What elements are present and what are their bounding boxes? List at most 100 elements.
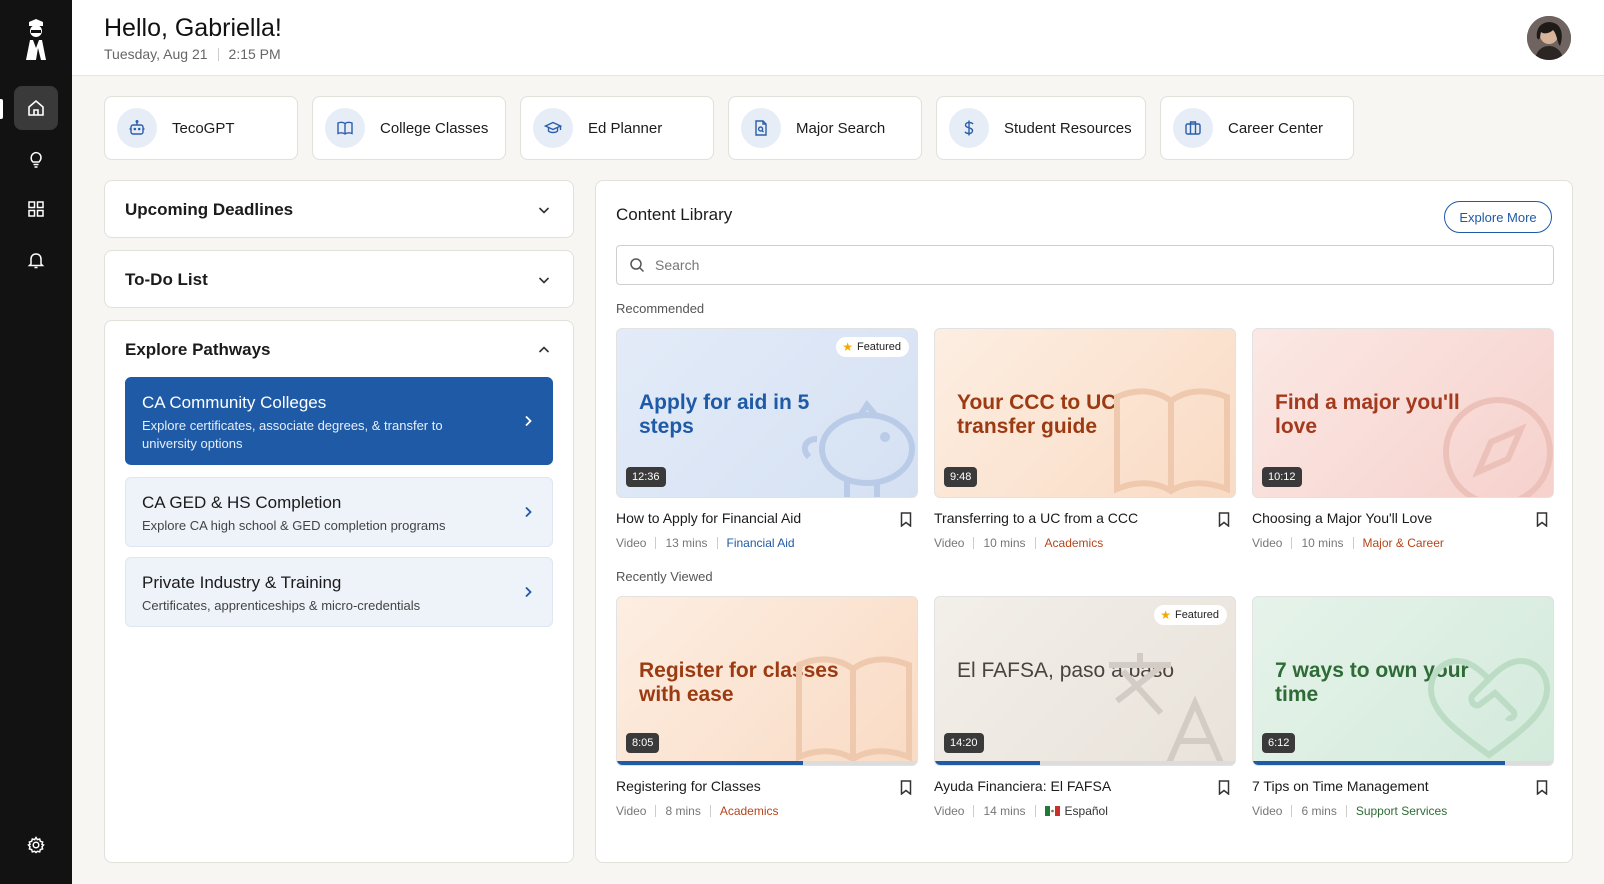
star-icon: ★: [1160, 608, 1171, 622]
content-library-panel: Content Library Explore More Recommended…: [595, 180, 1573, 863]
content-card[interactable]: Register for classes with ease 8:05 Regi…: [616, 596, 918, 818]
content-length: 14 mins: [983, 804, 1026, 818]
category-tag[interactable]: Financial Aid: [727, 536, 795, 550]
quick-link-college-classes[interactable]: College Classes: [312, 96, 506, 160]
nav-settings[interactable]: [14, 823, 58, 867]
video-title[interactable]: Choosing a Major You'll Love: [1252, 510, 1432, 526]
quick-link-student-resources[interactable]: Student Resources: [936, 96, 1146, 160]
piggy-bank-icon: [801, 399, 915, 497]
pathway-title: CA GED & HS Completion: [142, 493, 342, 512]
nav-ideas[interactable]: [14, 137, 58, 181]
video-thumbnail[interactable]: Register for classes with ease 8:05: [616, 596, 918, 766]
video-thumbnail[interactable]: El FAFSA, paso a paso ★ Featured 14:20: [934, 596, 1236, 766]
content-type: Video: [616, 536, 647, 550]
user-avatar[interactable]: [1527, 16, 1571, 60]
pathway-private-industry[interactable]: Private Industry & Training Certificates…: [125, 557, 553, 627]
quick-link-label: TecoGPT: [172, 119, 235, 137]
gear-icon: [27, 836, 45, 854]
open-book-icon: [1114, 388, 1230, 495]
explore-more-button[interactable]: Explore More: [1444, 201, 1552, 233]
top-header: Hello, Gabriella! Tuesday, Aug 21 2:15 P…: [72, 0, 1604, 76]
content-card[interactable]: 7 ways to own your time 6:12 7 Tips on T…: [1252, 596, 1554, 818]
heart-handshake-icon: [1427, 657, 1551, 759]
todo-list-panel[interactable]: To-Do List: [104, 250, 574, 308]
video-thumbnail[interactable]: Your CCC to UC transfer guide 9:48: [934, 328, 1236, 498]
video-duration: 9:48: [944, 467, 978, 487]
card-title-row: Transferring to a UC from a CCC: [934, 508, 1236, 527]
panel-title: Upcoming Deadlines: [125, 200, 294, 219]
search-input[interactable]: [655, 257, 1535, 273]
card-meta: Video 6 mins Support Services: [1252, 804, 1554, 818]
compass-icon: [1443, 397, 1553, 497]
category-tag[interactable]: Academics: [1045, 536, 1104, 550]
current-date: Tuesday, Aug 21: [104, 46, 208, 62]
content-card[interactable]: El FAFSA, paso a paso ★ Featured 14:20 Ay…: [934, 596, 1236, 818]
lightbulb-icon: [30, 151, 42, 168]
quick-link-label: Major Search: [796, 119, 886, 137]
chevron-up-icon[interactable]: [537, 343, 551, 357]
search-box[interactable]: [616, 245, 1554, 285]
nav-notifications[interactable]: [14, 238, 58, 282]
video-duration: 12:36: [626, 467, 666, 487]
dollar-icon: [949, 108, 989, 148]
upcoming-deadlines-panel[interactable]: Upcoming Deadlines: [104, 180, 574, 238]
card-title-row: Registering for Classes: [616, 776, 918, 795]
app-logo-icon[interactable]: [20, 18, 52, 62]
category-tag[interactable]: Español: [1065, 804, 1108, 818]
bookmark-icon[interactable]: [1536, 512, 1548, 527]
card-meta: Video 13 mins Financial Aid: [616, 536, 918, 550]
chevron-right-icon: [525, 586, 532, 598]
video-thumbnail[interactable]: Apply for aid in 5 steps ★ Featured 12:36: [616, 328, 918, 498]
nav-apps[interactable]: [14, 187, 58, 231]
pathway-description: Explore certificates, associate degrees,…: [142, 418, 443, 451]
chevron-right-icon: [525, 415, 532, 427]
chevron-down-icon[interactable]: [537, 273, 551, 287]
video-duration: 10:12: [1262, 467, 1302, 487]
bookmark-icon[interactable]: [1218, 780, 1230, 795]
bookmark-icon[interactable]: [1218, 512, 1230, 527]
video-title[interactable]: 7 Tips on Time Management: [1252, 778, 1429, 794]
quick-link-label: Career Center: [1228, 119, 1324, 137]
quick-link-ed-planner[interactable]: Ed Planner: [520, 96, 714, 160]
recommended-label: Recommended: [616, 301, 705, 316]
category-tag[interactable]: Major & Career: [1363, 536, 1444, 550]
pathway-ca-community-colleges[interactable]: CA Community Colleges Explore certificat…: [125, 377, 553, 465]
watch-progress-bar: [617, 761, 803, 765]
video-title[interactable]: How to Apply for Financial Aid: [616, 510, 801, 526]
star-icon: ★: [842, 340, 853, 354]
explore-pathways-panel: Explore Pathways CA Community Colleges E…: [104, 320, 574, 863]
bookmark-icon[interactable]: [900, 512, 912, 527]
video-title[interactable]: Transferring to a UC from a CCC: [934, 510, 1138, 526]
video-duration: 8:05: [626, 733, 660, 753]
quick-link-label: Student Resources: [1004, 119, 1132, 137]
chevron-down-icon[interactable]: [537, 203, 551, 217]
translate-icon: [1109, 653, 1224, 765]
category-tag[interactable]: Academics: [720, 804, 779, 818]
quick-link-major-search[interactable]: Major Search: [728, 96, 922, 160]
content-card[interactable]: Your CCC to UC transfer guide 9:48 Trans…: [934, 328, 1236, 550]
content-length: 13 mins: [665, 536, 708, 550]
quick-link-career-center[interactable]: Career Center: [1160, 96, 1354, 160]
panel-title: Explore Pathways: [125, 340, 271, 359]
pathway-ged-hs-completion[interactable]: CA GED & HS Completion Explore CA high s…: [125, 477, 553, 547]
video-duration: 6:12: [1262, 733, 1296, 753]
video-thumbnail[interactable]: Find a major you'll love 10:12: [1252, 328, 1554, 498]
bookmark-icon[interactable]: [900, 780, 912, 795]
category-tag[interactable]: Support Services: [1356, 804, 1447, 818]
pathway-description: Certificates, apprenticeships & micro-cr…: [142, 598, 421, 613]
graduation-cap-icon: [533, 108, 573, 148]
content-library-title: Content Library: [616, 205, 733, 224]
pathway-title: Private Industry & Training: [142, 573, 342, 592]
video-thumbnail[interactable]: 7 ways to own your time 6:12: [1252, 596, 1554, 766]
quick-link-tecogpt[interactable]: TecoGPT: [104, 96, 298, 160]
video-title[interactable]: Ayuda Financiera: El FAFSA: [934, 778, 1111, 794]
content-card[interactable]: Apply for aid in 5 steps ★ Featured 12:36…: [616, 328, 918, 550]
content-card[interactable]: Find a major you'll love 10:12 Choosing …: [1252, 328, 1554, 550]
card-meta: Video 10 mins Major & Career: [1252, 536, 1554, 550]
video-title[interactable]: Registering for Classes: [616, 778, 761, 794]
nav-home[interactable]: [14, 86, 58, 130]
bookmark-icon[interactable]: [1536, 780, 1548, 795]
bell-icon: [27, 253, 45, 269]
card-title-row: Choosing a Major You'll Love: [1252, 508, 1554, 527]
divider: [217, 47, 219, 61]
